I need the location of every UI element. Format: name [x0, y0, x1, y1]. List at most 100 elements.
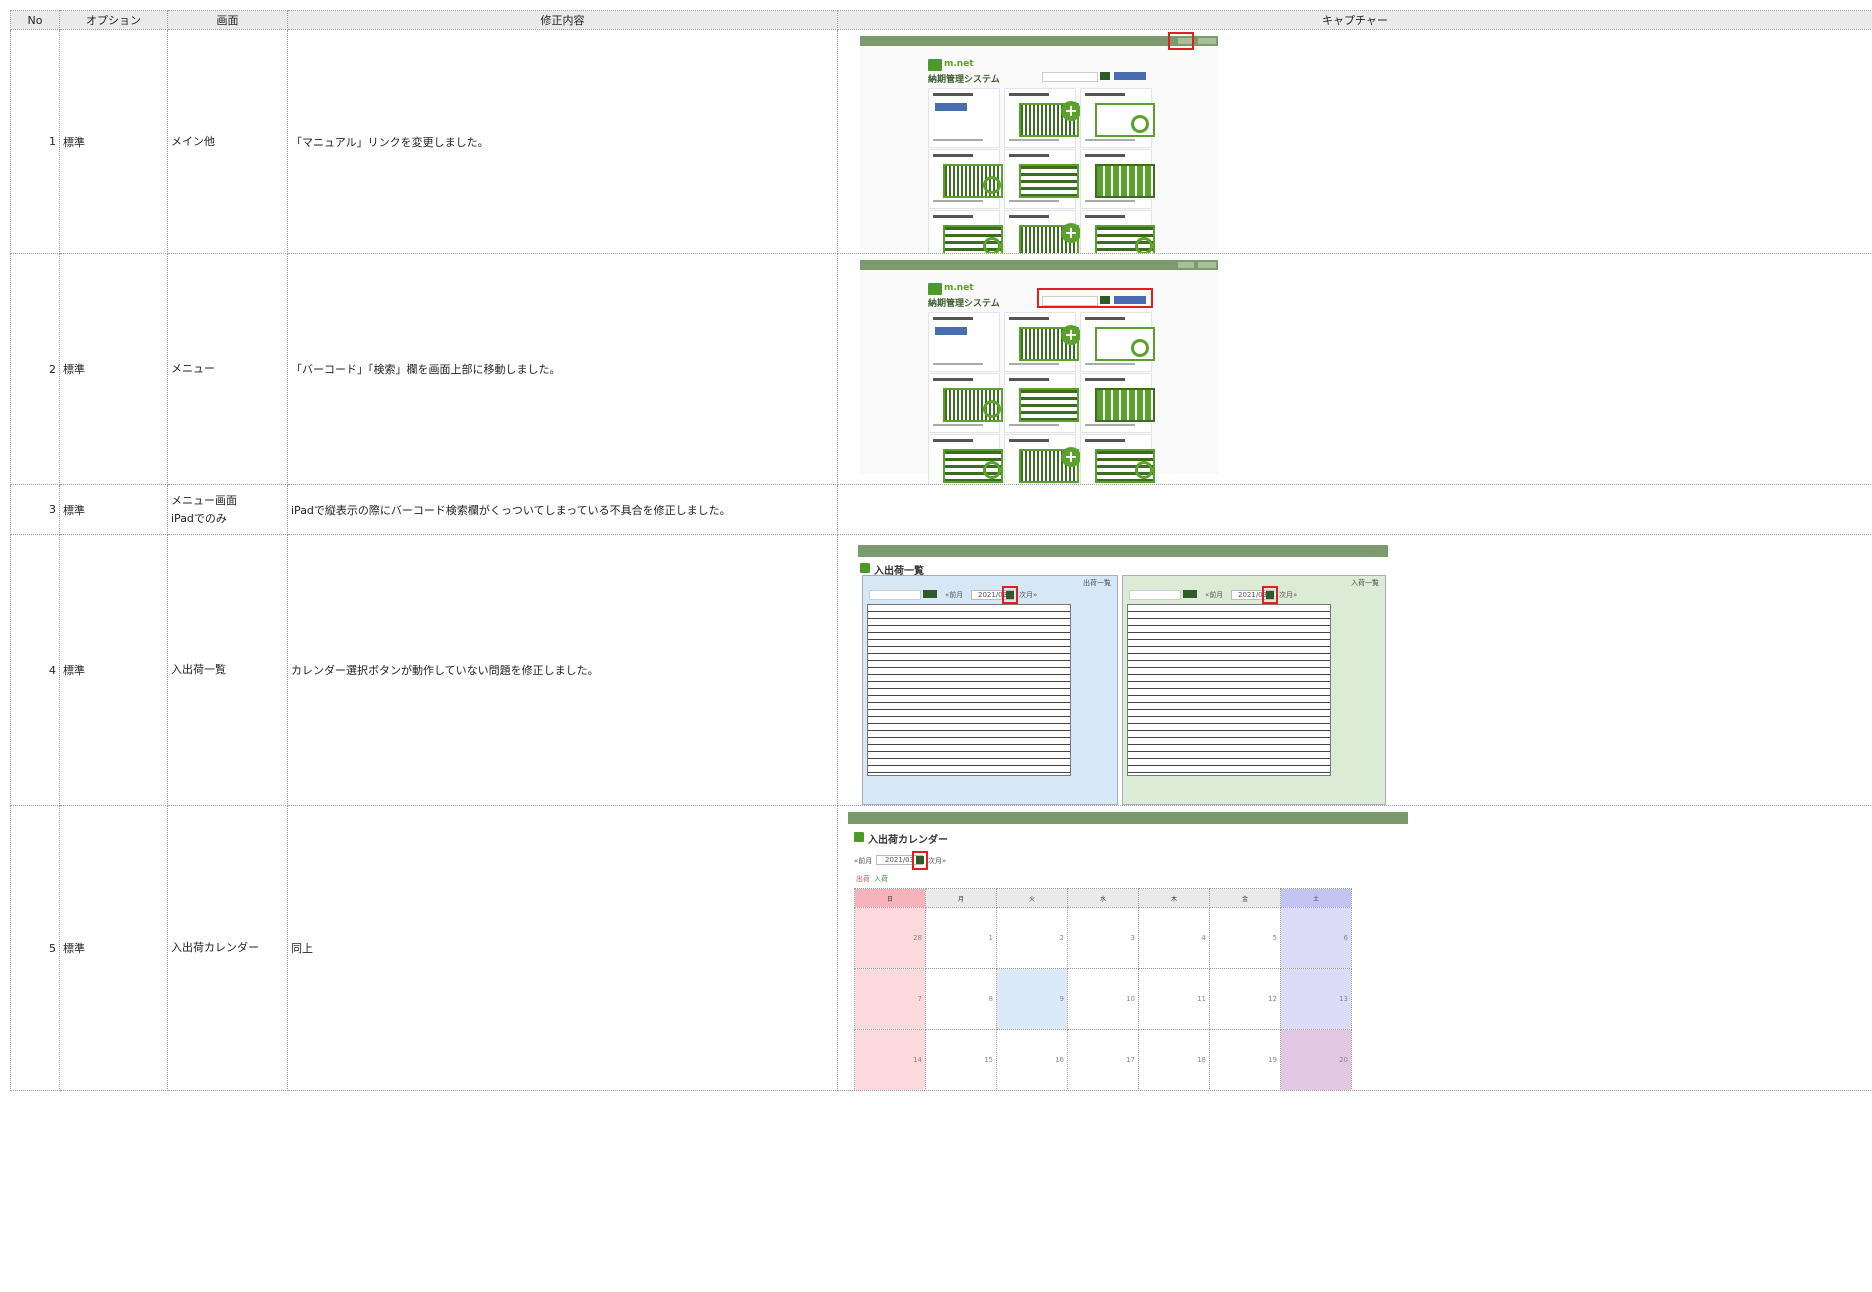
- menu-card: [928, 434, 1003, 484]
- highlight-box: [912, 851, 928, 870]
- cell-screen[interactable]: 入出荷一覧: [167, 534, 288, 806]
- card-image: [1095, 388, 1155, 422]
- cell-change[interactable]: 「マニュアル」リンクを変更しました。: [287, 29, 838, 254]
- highlight-box: [1168, 32, 1194, 50]
- magnifier-icon: [983, 176, 1001, 194]
- card-title: [1009, 378, 1049, 381]
- card-title: [1085, 215, 1125, 218]
- card-description: [1009, 200, 1059, 202]
- calendar-day[interactable]: 13: [1280, 968, 1352, 1030]
- search-button: [1183, 590, 1197, 598]
- menu-card: [928, 210, 1003, 253]
- menu-card: [1080, 210, 1155, 253]
- cell-screen[interactable]: メイン他: [167, 29, 288, 254]
- barcode-button: [1114, 72, 1146, 80]
- cell-no[interactable]: 5: [10, 805, 60, 1091]
- calendar-day[interactable]: 16: [996, 1029, 1068, 1090]
- cell-screen[interactable]: メニュー: [167, 253, 288, 485]
- cell-screen[interactable]: メニュー画面 iPadでのみ: [167, 484, 288, 535]
- header-capture[interactable]: キャプチャー: [837, 10, 1872, 30]
- calendar-day[interactable]: 12: [1209, 968, 1281, 1030]
- logo-icon: [928, 59, 942, 71]
- calendar-day[interactable]: 3: [1067, 907, 1139, 969]
- cell-change[interactable]: カレンダー選択ボタンが動作していない問題を修正しました。: [287, 534, 838, 806]
- header-no[interactable]: No: [10, 10, 60, 30]
- calendar-day[interactable]: 4: [1138, 907, 1210, 969]
- calendar-day[interactable]: 5: [1209, 907, 1281, 969]
- menu-card: [928, 149, 1003, 209]
- cell-capture[interactable]: m.net 納期管理システム + +: [837, 29, 1872, 254]
- calendar-day[interactable]: 17: [1067, 1029, 1139, 1090]
- cell-option[interactable]: 標準: [59, 534, 168, 806]
- card-title: [933, 154, 973, 157]
- cell-capture[interactable]: 入出荷一覧 出荷一覧 «前月 2021/03 次月» 入荷一覧 «前月 2021…: [837, 534, 1872, 806]
- prev-month: «前月: [854, 857, 873, 865]
- card-button: [935, 327, 967, 335]
- calendar-day[interactable]: 2: [996, 907, 1068, 969]
- cell-capture[interactable]: [837, 484, 1872, 535]
- calendar-day[interactable]: 19: [1209, 1029, 1281, 1090]
- menu-card: [928, 312, 1000, 372]
- manual-link: [1178, 262, 1194, 268]
- cell-no[interactable]: 4: [10, 534, 60, 806]
- menu-card: [1080, 88, 1155, 148]
- card-description: [1085, 424, 1135, 426]
- card-description: [933, 424, 983, 426]
- magnifier-icon: [983, 400, 1001, 418]
- calendar-day[interactable]: 18: [1138, 1029, 1210, 1090]
- cell-capture[interactable]: m.net 納期管理システム + +: [837, 253, 1872, 485]
- calendar-day[interactable]: 28: [854, 907, 926, 969]
- card-title: [1085, 439, 1125, 442]
- menu-card: +: [1004, 210, 1081, 253]
- card-title: [1009, 154, 1049, 157]
- card-title: [1009, 317, 1049, 320]
- logo-text: m.net: [944, 59, 974, 69]
- legend-shipping: 出荷: [856, 875, 870, 883]
- header-row: No オプション 画面 修正内容 キャプチャー: [10, 10, 1872, 30]
- cell-change[interactable]: 同上: [287, 805, 838, 1091]
- barcode-search: [1129, 590, 1181, 600]
- cell-option[interactable]: 標準: [59, 805, 168, 1091]
- cell-change[interactable]: iPadで縦表示の際にバーコード検索欄がくっついてしまっている不具合を修正しまし…: [287, 484, 838, 535]
- calendar-day[interactable]: 14: [854, 1029, 926, 1090]
- calendar-day[interactable]: 11: [1138, 968, 1210, 1030]
- card-description: [1009, 424, 1059, 426]
- calendar-day[interactable]: 6: [1280, 907, 1352, 969]
- cell-change[interactable]: 「バーコード」「検索」欄を画面上部に移動しました。: [287, 253, 838, 485]
- header-option[interactable]: オプション: [59, 10, 168, 30]
- calendar-day[interactable]: 15: [925, 1029, 997, 1090]
- logo-icon: [854, 832, 864, 842]
- calendar-day[interactable]: 7: [854, 968, 926, 1030]
- calendar-day[interactable]: 1: [925, 907, 997, 969]
- cell-option[interactable]: 標準: [59, 484, 168, 535]
- cell-no[interactable]: 3: [10, 484, 60, 535]
- search-button: [923, 590, 937, 598]
- menu-card: [928, 373, 1003, 433]
- card-title: [1085, 317, 1125, 320]
- card-description: [1085, 363, 1135, 365]
- card-title: [1085, 154, 1125, 157]
- calendar-day[interactable]: 9: [996, 968, 1068, 1030]
- cell-screen[interactable]: 入出荷カレンダー: [167, 805, 288, 1091]
- menu-card: +: [1004, 88, 1081, 148]
- cell-option[interactable]: 標準: [59, 253, 168, 485]
- cell-capture[interactable]: 入出荷カレンダー «前月 2021/03 次月» 出荷 入荷 日月火水木金土 28…: [837, 805, 1872, 1091]
- calendar-day[interactable]: 8: [925, 968, 997, 1030]
- card-button: [935, 103, 967, 111]
- barcode-input: [1042, 72, 1098, 82]
- plus-icon: +: [1061, 325, 1081, 345]
- cell-option[interactable]: 標準: [59, 29, 168, 254]
- header-change[interactable]: 修正内容: [287, 10, 838, 30]
- card-title: [1009, 439, 1049, 442]
- header-screen[interactable]: 画面: [167, 10, 288, 30]
- change-log-table: No オプション 画面 修正内容 キャプチャー 1 標準 メイン他 「マニュアル…: [10, 10, 1872, 1091]
- magnifier-icon: [983, 237, 1001, 253]
- menu-card: [1004, 149, 1079, 209]
- cell-no[interactable]: 2: [10, 253, 60, 485]
- calendar-day[interactable]: 20: [1280, 1029, 1352, 1090]
- cell-no[interactable]: 1: [10, 29, 60, 254]
- magnifier-icon: [1131, 339, 1149, 357]
- card-title: [933, 93, 973, 96]
- calendar-day[interactable]: 10: [1067, 968, 1139, 1030]
- card-description: [1085, 200, 1135, 202]
